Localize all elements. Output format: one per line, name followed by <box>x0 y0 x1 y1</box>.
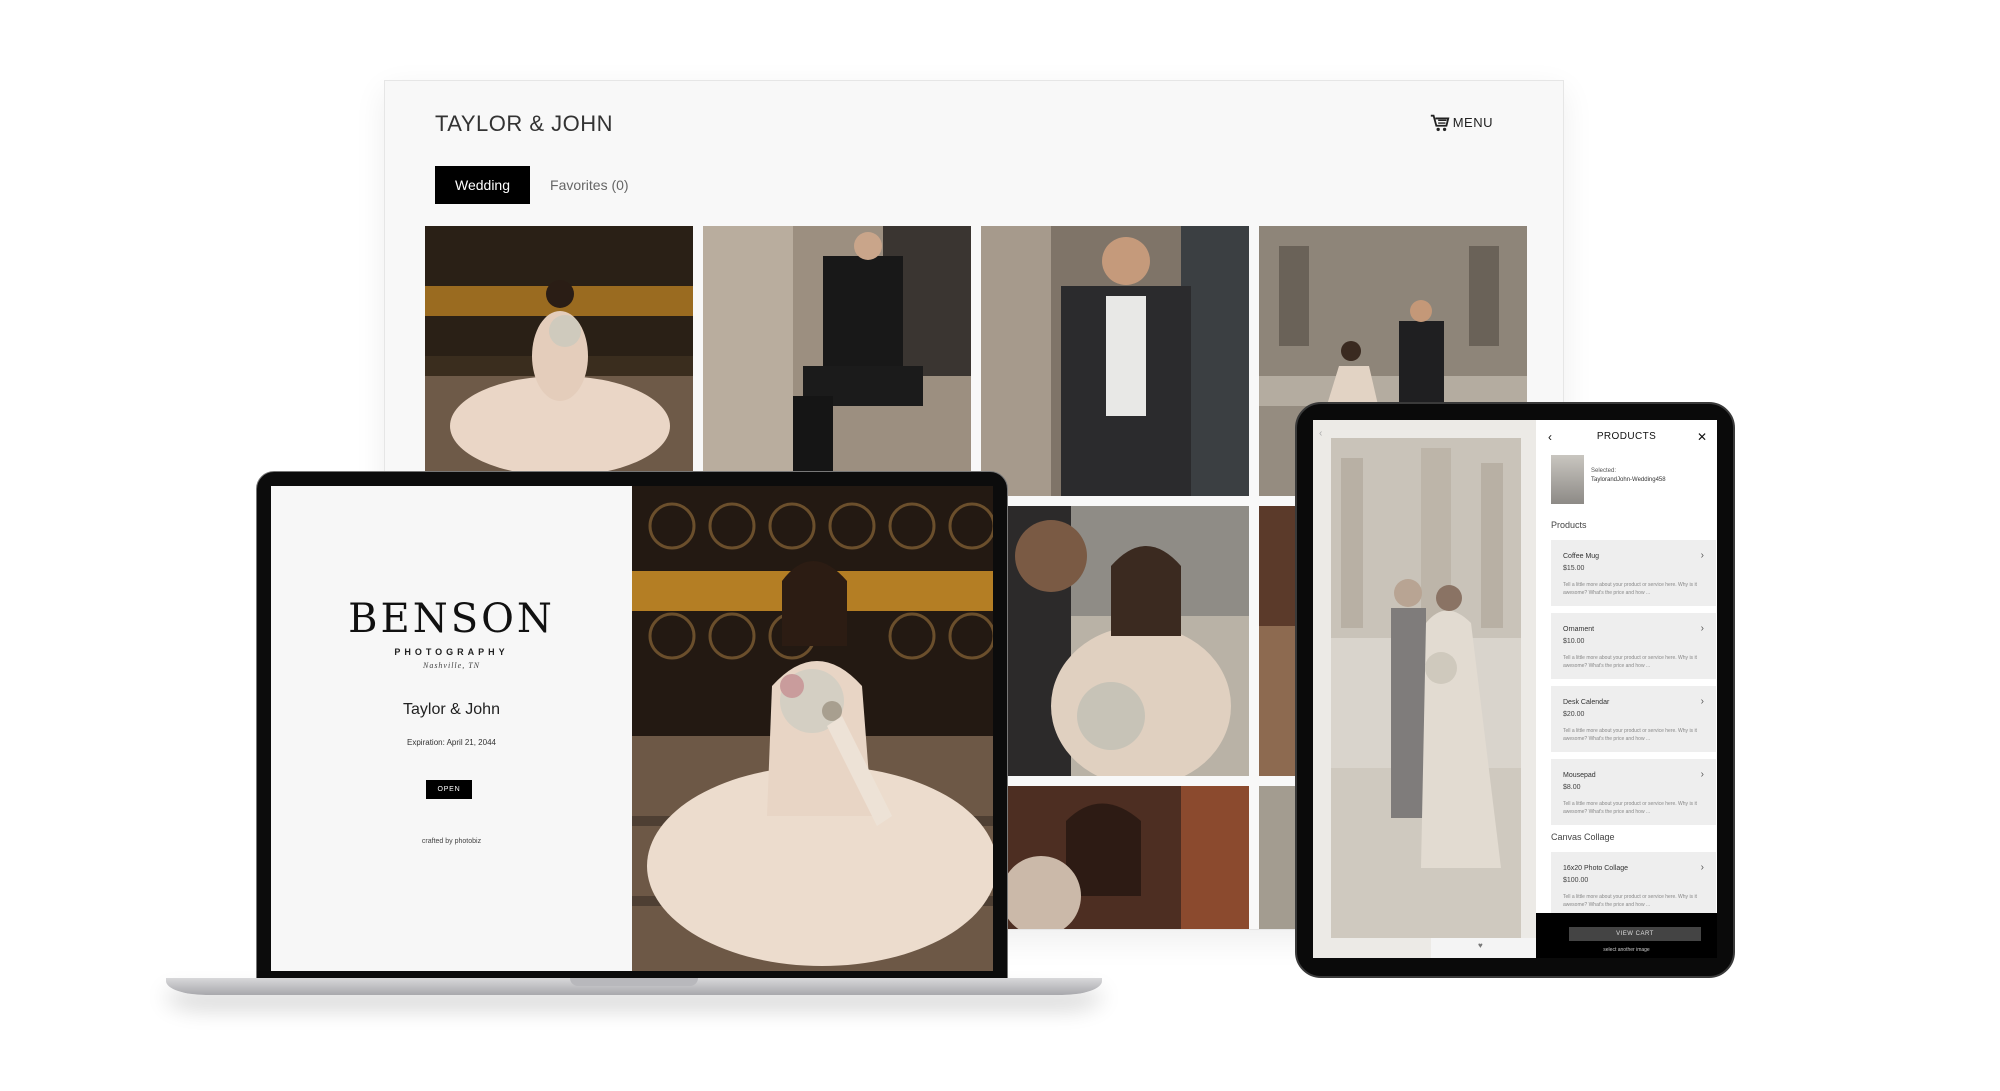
close-icon[interactable]: ✕ <box>1697 430 1707 444</box>
tablet-frame: ‹ ♥ PRODUCTS ‹ ✕ Selected: TaylorandJohn… <box>1295 402 1735 978</box>
gallery-photo-groom-portrait[interactable] <box>981 226 1249 496</box>
chevron-right-icon: › <box>1700 623 1704 634</box>
product-description: Tell a little more about your product or… <box>1563 655 1697 669</box>
product-name: Ornament <box>1563 626 1595 633</box>
product-card-photo-collage[interactable]: 16x20 Photo Collage $100.00 Tell a littl… <box>1551 852 1716 918</box>
tab-wedding[interactable]: Wedding <box>435 166 531 204</box>
brand-location: Nashville, TN <box>422 661 480 670</box>
tablet-photo-info-bar <box>1431 938 1536 958</box>
gallery-title: TAYLOR & JOHN <box>435 111 614 136</box>
product-name: 16x20 Photo Collage <box>1563 865 1628 872</box>
chevron-left-icon[interactable]: ‹ <box>1548 430 1552 444</box>
product-description: Tell a little more about your product or… <box>1563 894 1697 908</box>
product-price: $15.00 <box>1563 565 1585 572</box>
product-price: $100.00 <box>1563 877 1589 884</box>
product-price: $8.00 <box>1563 784 1581 791</box>
product-description: Tell a little more about your product or… <box>1563 582 1697 596</box>
favorite-heart-icon[interactable]: ♥ <box>1478 941 1483 950</box>
product-name: Mousepad <box>1563 772 1596 779</box>
chevron-right-icon: › <box>1700 769 1704 780</box>
gallery-couple-name: Taylor & John <box>403 701 500 718</box>
laptop-frame: BENSON PHOTOGRAPHY Nashville, TN Taylor … <box>256 471 1008 979</box>
product-name: Desk Calendar <box>1563 699 1610 706</box>
tablet-selected-photo <box>1331 438 1521 938</box>
tablet-photo-left-arrow-icon[interactable]: ‹ <box>1319 428 1322 439</box>
select-another-image-link[interactable]: select another image <box>1536 947 1717 953</box>
cover-photo <box>632 486 993 971</box>
selected-image-name: TaylorandJohn-Wedding458 <box>1591 477 1666 483</box>
chevron-right-icon: › <box>1700 696 1704 707</box>
product-card-desk-calendar[interactable]: Desk Calendar $20.00 Tell a little more … <box>1551 686 1716 752</box>
product-price: $10.00 <box>1563 638 1585 645</box>
brand-subtitle: PHOTOGRAPHY <box>394 647 509 657</box>
open-gallery-button[interactable]: OPEN <box>426 780 472 799</box>
canvas-collage-section-heading: Canvas Collage <box>1551 832 1615 842</box>
products-panel-title: PRODUCTS <box>1596 431 1657 442</box>
menu-button[interactable]: MENU <box>1453 115 1493 130</box>
tablet-screen: ‹ ♥ PRODUCTS ‹ ✕ Selected: TaylorandJohn… <box>1313 420 1717 958</box>
gallery-photo-groom-sitting[interactable] <box>703 226 971 471</box>
products-section-heading: Products <box>1551 520 1587 530</box>
gallery-photo-bride-steps[interactable] <box>425 226 693 471</box>
view-cart-button[interactable]: VIEW CART <box>1569 927 1701 941</box>
chevron-right-icon: › <box>1700 862 1704 873</box>
gallery-tabs: Wedding Favorites (0) <box>435 166 629 204</box>
products-panel-header: PRODUCTS ‹ ✕ <box>1536 430 1717 444</box>
laptop-notch <box>570 978 698 986</box>
chevron-right-icon: › <box>1700 550 1704 561</box>
gallery-photo-bride-bouquet[interactable] <box>981 786 1249 929</box>
selected-image-thumbnail <box>1551 455 1584 504</box>
laptop-screen: BENSON PHOTOGRAPHY Nashville, TN Taylor … <box>271 486 993 971</box>
crafted-by-credit[interactable]: crafted by photobiz <box>271 838 632 845</box>
products-panel: PRODUCTS ‹ ✕ Selected: TaylorandJohn-Wed… <box>1536 420 1717 958</box>
product-card-mousepad[interactable]: Mousepad $8.00 Tell a little more about … <box>1551 759 1716 825</box>
tab-favorites[interactable]: Favorites (0) <box>550 177 629 193</box>
gallery-expiration: Expiration: April 21, 2044 <box>407 738 496 747</box>
product-card-ornament[interactable]: Ornament $10.00 Tell a little more about… <box>1551 613 1716 679</box>
product-description: Tell a little more about your product or… <box>1563 801 1697 815</box>
tablet-photo-viewer: ‹ ♥ <box>1313 420 1536 958</box>
product-card-coffee-mug[interactable]: Coffee Mug $15.00 Tell a little more abo… <box>1551 540 1716 606</box>
products-panel-footer: VIEW CART select another image <box>1536 913 1717 958</box>
product-name: Coffee Mug <box>1563 553 1600 560</box>
gallery-cover-panel: BENSON PHOTOGRAPHY Nashville, TN Taylor … <box>271 486 632 971</box>
brand-logo-text: BENSON <box>348 596 555 642</box>
product-description: Tell a little more about your product or… <box>1563 728 1697 742</box>
product-price: $20.00 <box>1563 711 1585 718</box>
gallery-photo-kiss[interactable] <box>981 506 1249 776</box>
cart-icon[interactable] <box>1429 112 1451 134</box>
selected-label: Selected: <box>1591 468 1617 474</box>
